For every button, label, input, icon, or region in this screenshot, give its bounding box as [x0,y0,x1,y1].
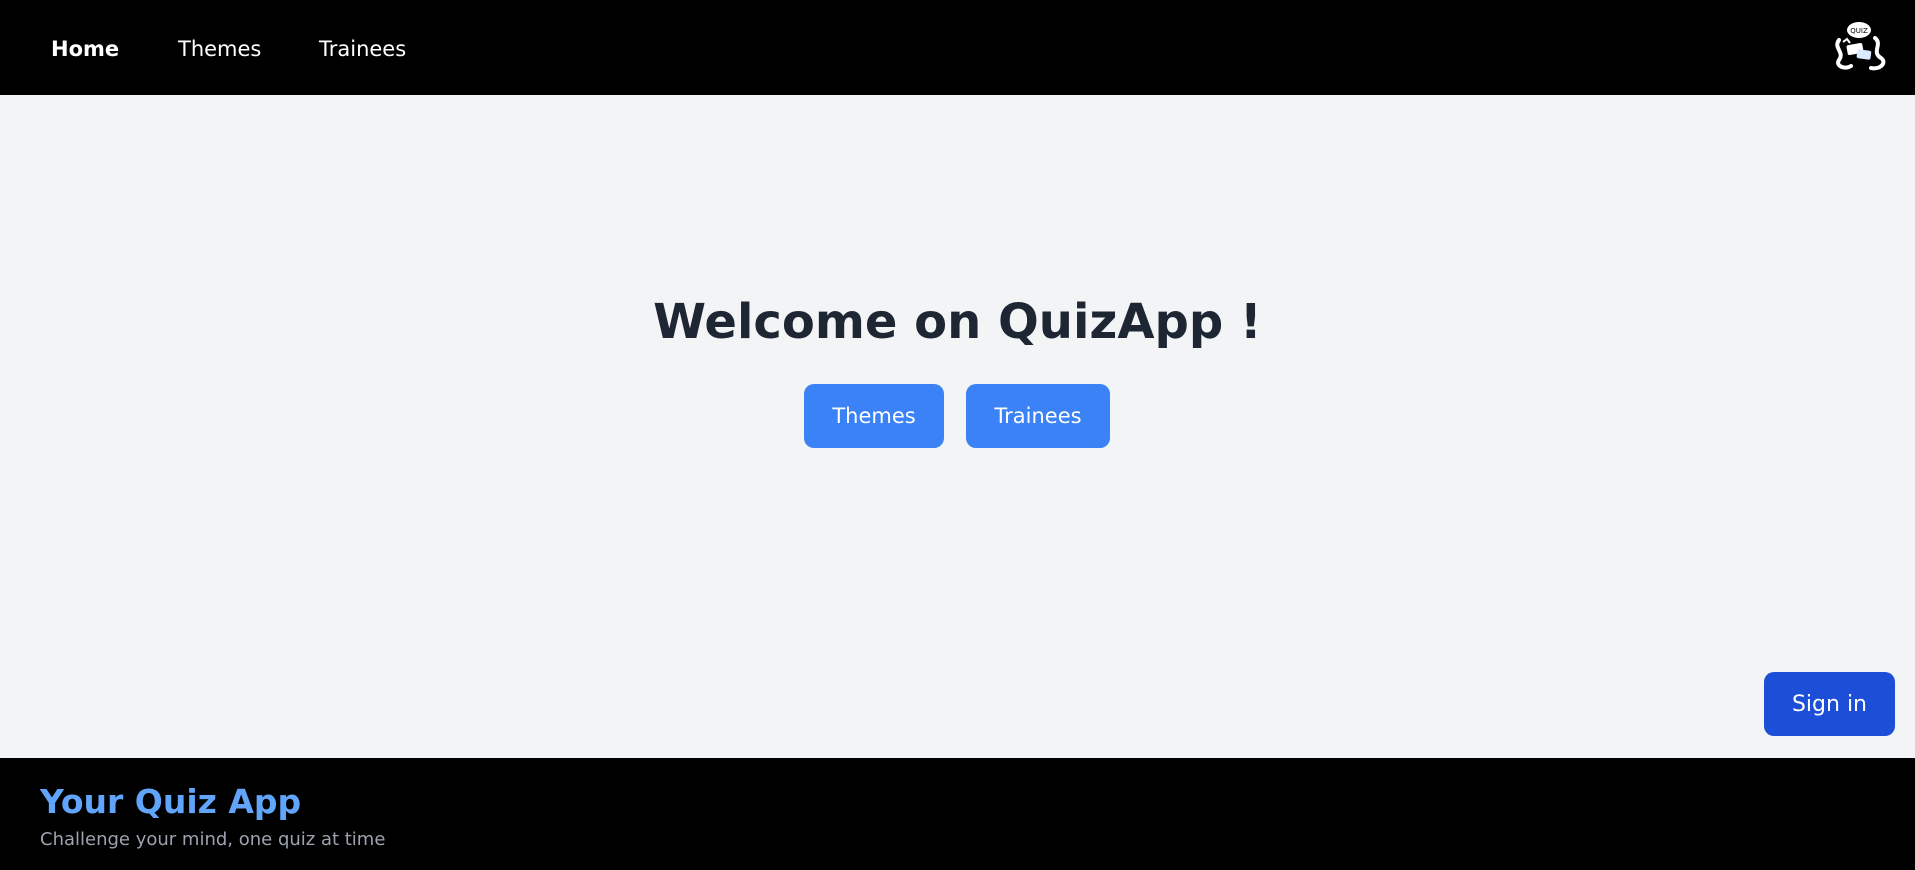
top-navbar: Home Themes Trainees QUIZ [0,0,1915,95]
footer: Your Quiz App Challenge your mind, one q… [0,758,1915,870]
quiz-mascot-icon[interactable]: QUIZ [1831,18,1891,76]
nav-trainees-link[interactable]: Trainees [319,36,406,62]
trainees-button[interactable]: Trainees [966,384,1110,448]
logo-text: QUIZ [1850,27,1868,35]
main-content: Welcome on QuizApp ! Themes Trainees Sig… [0,95,1915,758]
sign-in-button[interactable]: Sign in [1764,672,1895,736]
footer-title: Your Quiz App [40,782,302,821]
nav-themes-link[interactable]: Themes [178,36,261,62]
nav-home-link[interactable]: Home [51,36,119,62]
themes-button[interactable]: Themes [804,384,944,448]
footer-subtitle: Challenge your mind, one quiz at time [40,829,386,850]
page-title: Welcome on QuizApp ! [653,294,1262,350]
